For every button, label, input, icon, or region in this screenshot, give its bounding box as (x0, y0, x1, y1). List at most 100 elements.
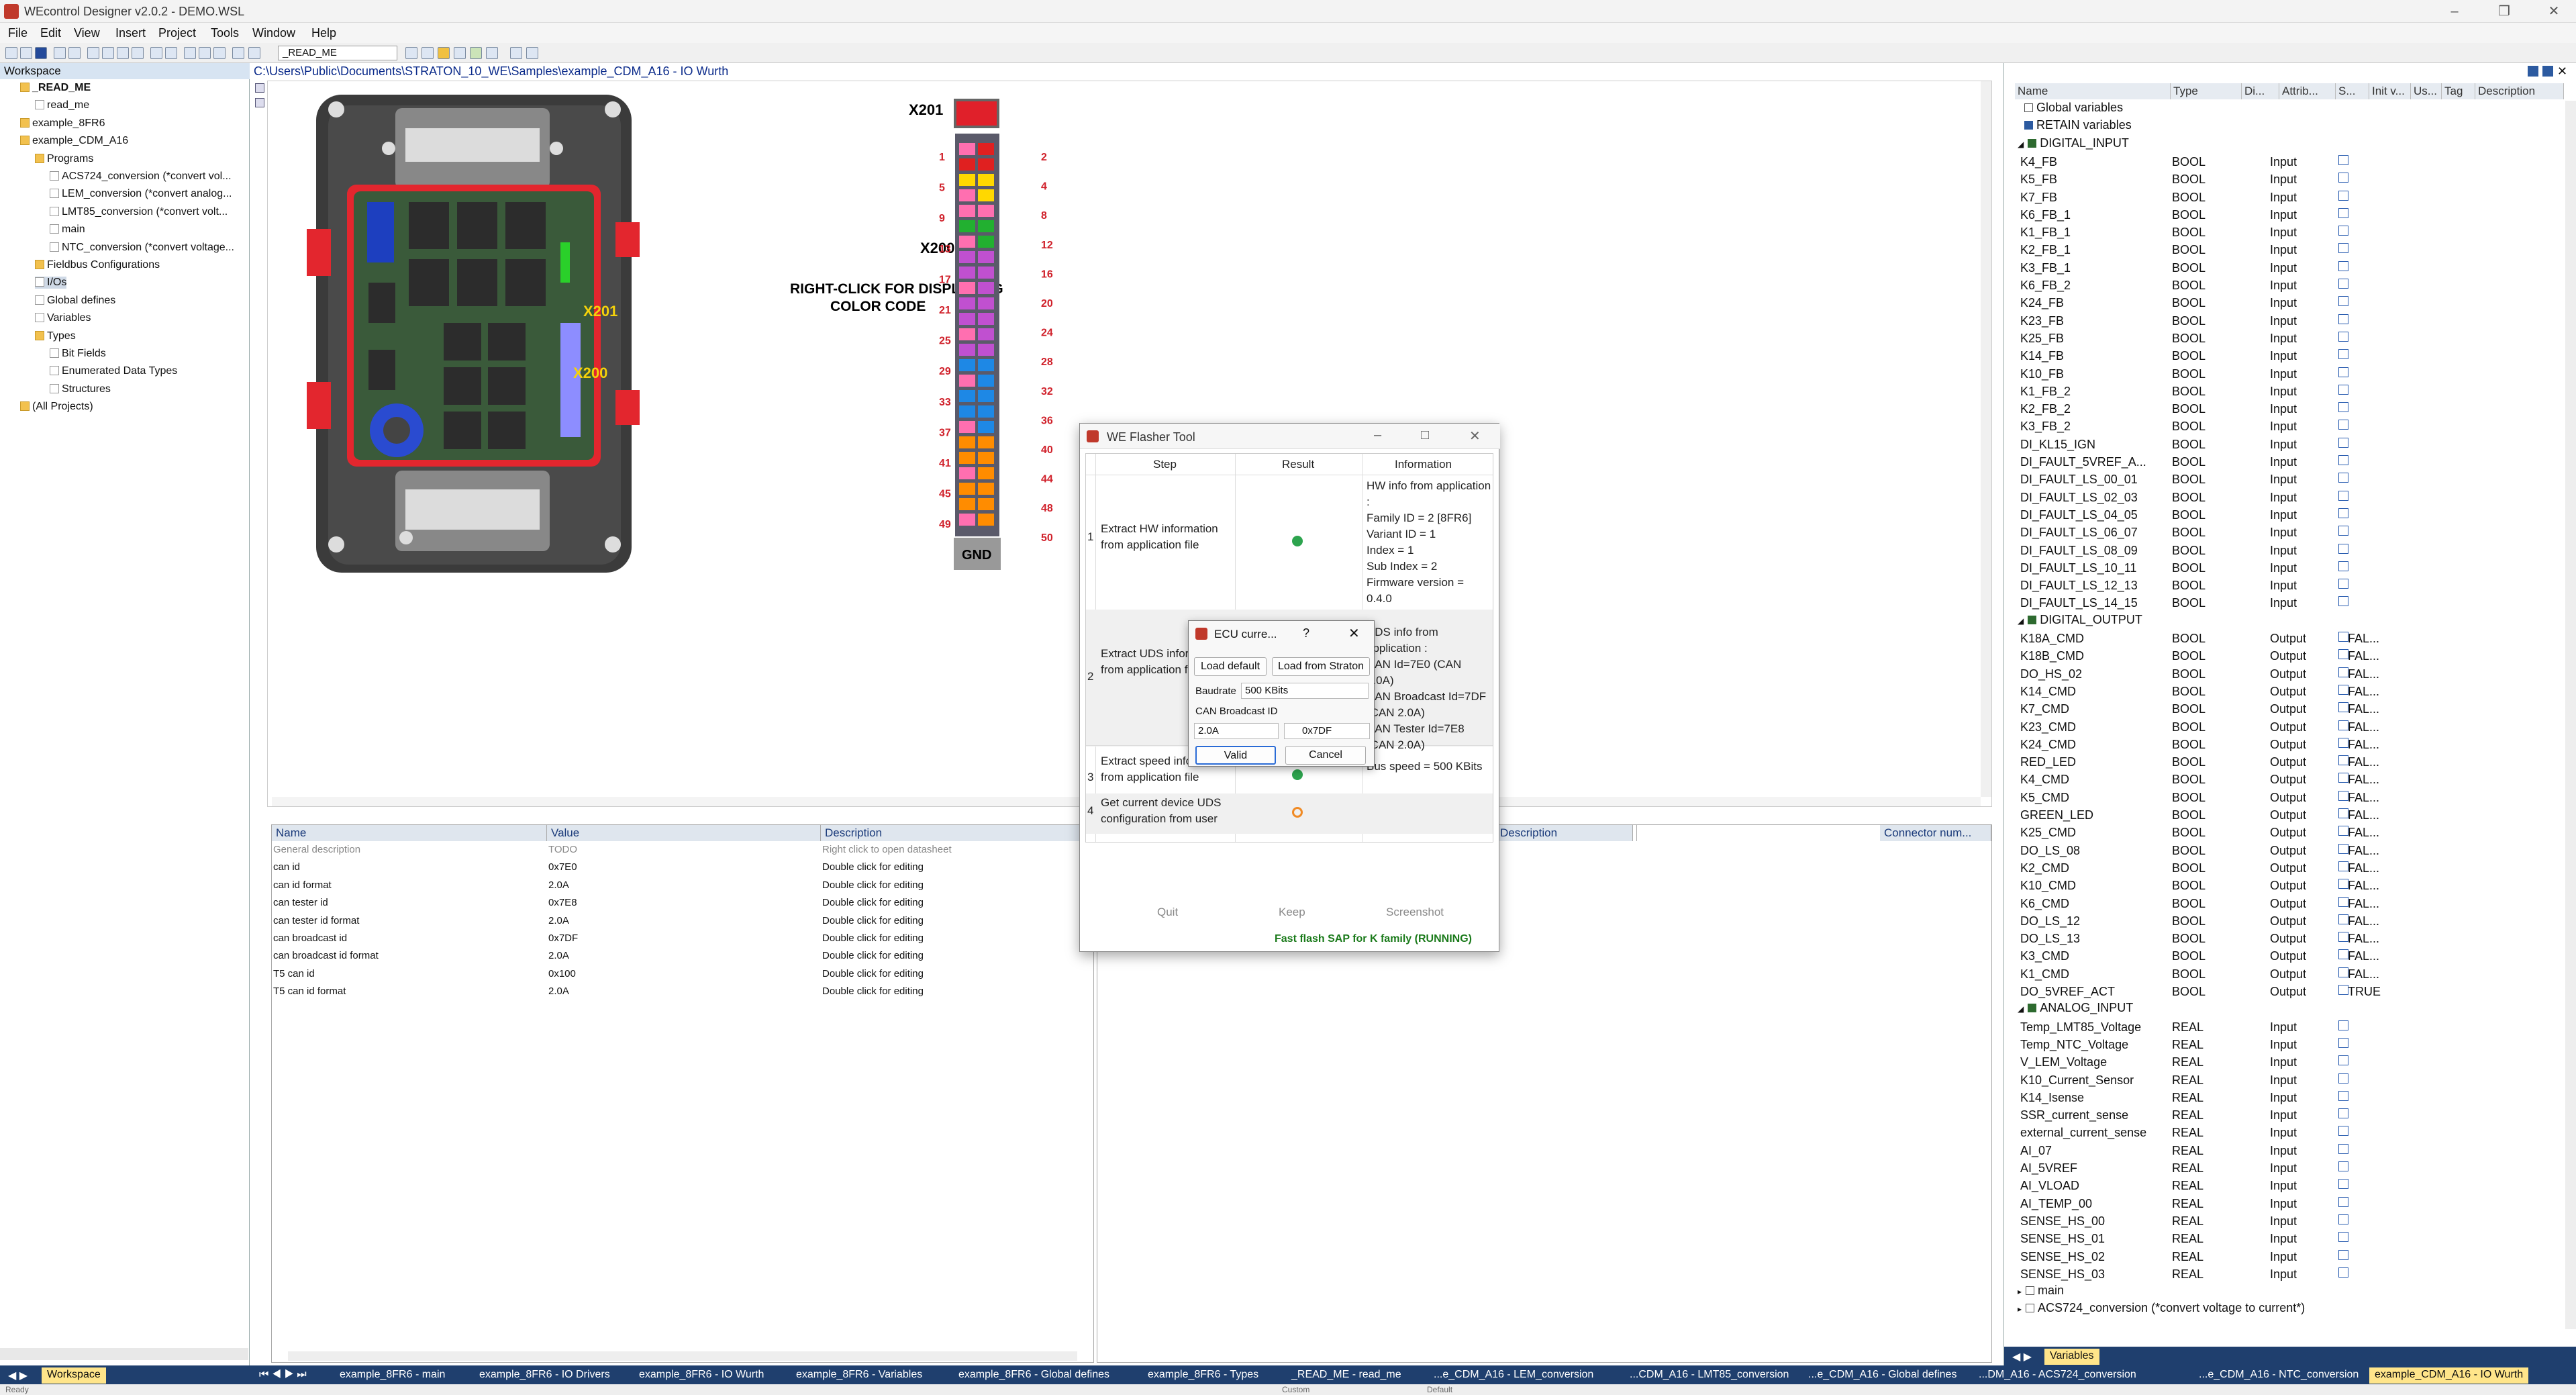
retain-checkbox[interactable] (2338, 826, 2348, 836)
retain-checkbox[interactable] (2338, 1196, 2348, 1207)
var-row[interactable]: K24_FB BOOL Input (2004, 295, 2555, 312)
retain-checkbox[interactable] (2338, 808, 2348, 818)
menu-view[interactable]: View (74, 26, 100, 40)
var-row[interactable]: DI_FAULT_LS_04_05 BOOL Input (2004, 507, 2555, 524)
load-default-button[interactable]: Load default (1194, 657, 1267, 676)
ecu-help-button[interactable]: ? (1303, 626, 1309, 640)
tree-item[interactable]: Programs (35, 153, 93, 165)
workspace-hscroll[interactable] (0, 1348, 248, 1360)
retain-checkbox[interactable] (2338, 667, 2348, 677)
open-icon[interactable] (20, 47, 32, 59)
retain-checkbox[interactable] (2338, 402, 2348, 413)
retain-checkbox[interactable] (2338, 331, 2348, 342)
var-row[interactable]: K7_CMD BOOL Output FAL... (2004, 701, 2555, 718)
retain-checkbox[interactable] (2338, 879, 2348, 889)
tree-item[interactable]: Global defines (35, 295, 115, 307)
retain-checkbox[interactable] (2338, 579, 2348, 589)
retain-checkbox[interactable] (2338, 1143, 2348, 1154)
build-icon[interactable] (422, 47, 434, 59)
retain-checkbox[interactable] (2338, 932, 2348, 943)
props-hscroll[interactable] (288, 1351, 1077, 1361)
home-icon[interactable] (438, 47, 450, 59)
document-tab[interactable]: example_8FR6 - IO Wurth (634, 1367, 769, 1384)
document-tab[interactable]: Workspace (42, 1367, 106, 1384)
var-row[interactable]: K1_FB_1 BOOL Input (2004, 224, 2555, 242)
retain-checkbox[interactable] (2338, 296, 2348, 307)
var-row[interactable]: AI_VLOAD REAL Input (2004, 1177, 2555, 1195)
var-row[interactable]: AI_TEMP_00 REAL Input (2004, 1196, 2555, 1213)
var-row[interactable]: DI_FAULT_LS_06_07 BOOL Input (2004, 524, 2555, 542)
var-row[interactable]: DO_LS_08 BOOL Output FAL... (2004, 843, 2555, 860)
retain-checkbox[interactable] (2338, 314, 2348, 324)
pin-panel-icon[interactable] (2528, 66, 2538, 77)
var-row[interactable]: Temp_LMT85_Voltage REAL Input (2004, 1019, 2555, 1037)
document-tab[interactable]: ...e_CDM_A16 - NTC_conversion (2193, 1367, 2364, 1384)
back-icon[interactable] (199, 47, 211, 59)
var-row[interactable]: DO_LS_13 BOOL Output FAL... (2004, 930, 2555, 948)
retain-checkbox[interactable] (2338, 543, 2348, 554)
vars-header[interactable]: Type (2171, 83, 2242, 99)
paste-icon[interactable] (102, 47, 114, 59)
flasher-minimize[interactable]: – (1374, 428, 1381, 443)
forward-icon[interactable] (213, 47, 226, 59)
vars-header[interactable]: Init v... (2369, 83, 2411, 99)
tree-item[interactable]: ACS724_conversion (*convert vol... (50, 171, 232, 183)
document-tab[interactable]: ...e_CDM_A16 - LEM_conversion (1428, 1367, 1599, 1384)
help-icon[interactable] (486, 47, 498, 59)
print-icon[interactable] (68, 47, 81, 59)
var-row[interactable]: RED_LED BOOL Output FAL... (2004, 754, 2555, 771)
var-row[interactable]: K14_Isense REAL Input (2004, 1090, 2555, 1107)
canvas-vscroll[interactable] (1981, 81, 1991, 797)
var-row[interactable]: SENSE_HS_02 REAL Input (2004, 1249, 2555, 1266)
baudrate-select[interactable]: 500 KBits (1241, 683, 1369, 699)
var-row[interactable]: SENSE_HS_03 REAL Input (2004, 1266, 2555, 1284)
tree-item[interactable]: Bit Fields (50, 348, 106, 360)
var-row[interactable]: K4_CMD BOOL Output FAL... (2004, 771, 2555, 789)
tab-scroll-icon[interactable]: ◀ ▶ (3, 1367, 33, 1384)
retain-checkbox[interactable] (2338, 702, 2348, 713)
grid-icon[interactable] (248, 47, 260, 59)
var-row[interactable]: K14_CMD BOOL Output FAL... (2004, 683, 2555, 701)
var-row[interactable]: K4_FB BOOL Input (2004, 154, 2555, 171)
tree-item[interactable]: example_8FR6 (20, 117, 105, 130)
props-cell[interactable]: 2.0A (548, 915, 569, 926)
retain-checkbox[interactable] (2338, 526, 2348, 536)
retain-checkbox[interactable] (2338, 1161, 2348, 1171)
var-row[interactable]: K2_FB_1 BOOL Input (2004, 242, 2555, 259)
retain-checkbox[interactable] (2338, 154, 2348, 165)
redo2-icon[interactable] (184, 47, 196, 59)
var-row[interactable]: K10_Current_Sensor REAL Input (2004, 1072, 2555, 1090)
document-tab[interactable]: ...DM_A16 - ACS724_conversion (1973, 1367, 2142, 1384)
cut-icon[interactable] (54, 47, 66, 59)
props-cell[interactable]: 2.0A (548, 985, 569, 997)
var-row[interactable]: K6_CMD BOOL Output FAL... (2004, 896, 2555, 913)
window-icon[interactable] (526, 47, 538, 59)
var-row[interactable]: DI_FAULT_LS_12_13 BOOL Input (2004, 577, 2555, 595)
var-row[interactable]: K2_CMD BOOL Output FAL... (2004, 860, 2555, 877)
menu-file[interactable]: File (8, 26, 28, 40)
retain-checkbox[interactable] (2338, 1055, 2348, 1066)
props-header-description[interactable]: Description (821, 825, 1093, 841)
retain-checkbox[interactable] (2338, 437, 2348, 448)
flasher-close[interactable]: ✕ (1469, 428, 1481, 444)
document-tab[interactable]: example_8FR6 - IO Drivers (474, 1367, 615, 1384)
retain-checkbox[interactable] (2338, 190, 2348, 201)
retain-checkbox[interactable] (2338, 649, 2348, 660)
vars-header[interactable]: Description (2475, 83, 2564, 99)
delete-icon[interactable] (117, 47, 129, 59)
var-row[interactable]: DI_FAULT_LS_10_11 BOOL Input (2004, 560, 2555, 577)
var-row[interactable]: SENSE_HS_01 REAL Input (2004, 1231, 2555, 1248)
retain-checkbox[interactable] (2338, 843, 2348, 854)
retain-checkbox[interactable] (2338, 861, 2348, 871)
var-row[interactable]: DI_FAULT_5VREF_A... BOOL Input (2004, 454, 2555, 471)
redo-icon[interactable] (165, 47, 177, 59)
tab-nav-icon[interactable]: ⏮ ◀ ▶ ⏭ (254, 1367, 312, 1384)
tree-item[interactable]: Variables (35, 312, 91, 324)
props-cell[interactable]: 2.0A (548, 879, 569, 891)
var-row[interactable]: K10_CMD BOOL Output FAL... (2004, 877, 2555, 895)
retain-checkbox[interactable] (2338, 1090, 2348, 1101)
var-row[interactable]: AI_5VREF REAL Input (2004, 1160, 2555, 1177)
layout-icon[interactable] (510, 47, 522, 59)
table-icon[interactable] (405, 47, 417, 59)
var-row[interactable]: K5_FB BOOL Input (2004, 171, 2555, 189)
